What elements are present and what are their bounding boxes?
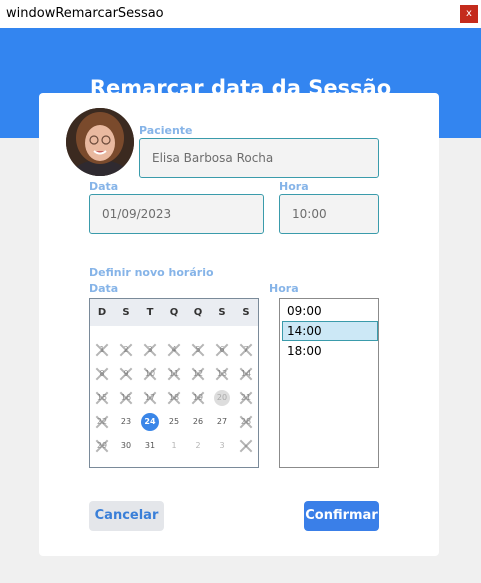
calendar-day: 7 — [238, 342, 254, 358]
calendar-day[interactable]: 23 — [118, 414, 134, 430]
new-schedule-heading: Definir novo horário — [89, 266, 214, 279]
calendar-day: 6 — [214, 342, 230, 358]
time-list[interactable]: 09:00 14:00 18:00 — [279, 298, 379, 468]
calendar-day: 15 — [94, 390, 110, 406]
calendar-day: 19 — [190, 390, 206, 406]
window-titlebar: windowRemarcarSessao x — [0, 0, 481, 28]
calendar-day: 28 — [238, 414, 254, 430]
calendar[interactable]: DSTQQSS 1 2 3 4 5 6 7 8 9 10 11 12 13 14 15 16 17 18 19 20 2… — [89, 298, 259, 468]
calendar-day: 16 — [118, 390, 134, 406]
calendar-day: 4 — [166, 342, 182, 358]
cancel-button[interactable]: Cancelar — [89, 501, 164, 531]
weekday-header: Q — [169, 307, 179, 318]
calendar-day: 9 — [118, 366, 134, 382]
calendar-day[interactable]: 31 — [142, 438, 158, 454]
calendar-day: 18 — [166, 390, 182, 406]
calendar-day[interactable]: 2 — [190, 438, 206, 454]
calendar-day[interactable]: 1 — [166, 438, 182, 454]
current-time-field[interactable]: 10:00 — [279, 194, 379, 234]
calendar-day[interactable]: 20 — [214, 390, 230, 406]
calendar-day: 3 — [142, 342, 158, 358]
time-option[interactable]: 09:00 — [282, 301, 378, 321]
calendar-day: 29 — [94, 438, 110, 454]
patient-name-field[interactable]: Elisa Barbosa Rocha — [139, 138, 379, 178]
calendar-day: 1 — [94, 342, 110, 358]
confirm-button[interactable]: Confirmar — [304, 501, 379, 531]
calendar-day[interactable]: 3 — [214, 438, 230, 454]
window-title: windowRemarcarSessao — [6, 6, 164, 21]
calendar-day: 12 — [190, 366, 206, 382]
calendar-weekday-header: DSTQQSS — [90, 299, 258, 326]
calendar-day: 14 — [238, 366, 254, 382]
time-option[interactable]: 14:00 — [282, 321, 378, 341]
calendar-day: 13 — [214, 366, 230, 382]
calendar-day[interactable]: 26 — [190, 414, 206, 430]
calendar-day: 22 — [94, 414, 110, 430]
weekday-header: S — [122, 307, 130, 318]
calendar-day: 10 — [142, 366, 158, 382]
calendar-day[interactable]: 24 — [141, 413, 159, 431]
calendar-day: 21 — [238, 390, 254, 406]
weekday-header: Q — [193, 307, 203, 318]
weekday-header: S — [218, 307, 226, 318]
new-time-label: Hora — [269, 282, 299, 295]
calendar-day — [238, 438, 254, 454]
calendar-day[interactable]: 30 — [118, 438, 134, 454]
calendar-day: 11 — [166, 366, 182, 382]
patient-avatar — [66, 108, 134, 176]
time-option[interactable]: 18:00 — [282, 341, 378, 361]
calendar-day[interactable]: 25 — [166, 414, 182, 430]
calendar-day: 5 — [190, 342, 206, 358]
avatar-image — [66, 108, 134, 176]
calendar-day[interactable]: 27 — [214, 414, 230, 430]
calendar-day: 8 — [94, 366, 110, 382]
weekday-header: T — [146, 307, 154, 318]
calendar-day: 2 — [118, 342, 134, 358]
weekday-header: D — [97, 307, 107, 318]
current-date-label: Data — [89, 180, 119, 193]
weekday-header: S — [242, 307, 250, 318]
calendar-day: 17 — [142, 390, 158, 406]
current-time-label: Hora — [279, 180, 309, 193]
patient-label: Paciente — [139, 124, 193, 137]
new-date-label: Data — [89, 282, 119, 295]
close-button[interactable]: x — [460, 5, 478, 23]
current-date-field[interactable]: 01/09/2023 — [89, 194, 264, 234]
